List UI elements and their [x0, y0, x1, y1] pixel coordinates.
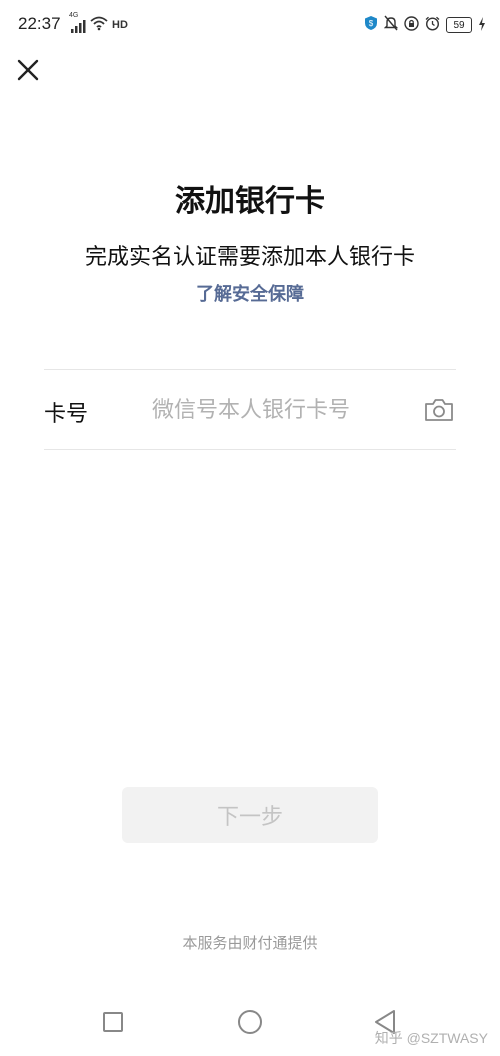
lock-rotation-icon	[404, 15, 419, 35]
close-button[interactable]	[14, 56, 42, 84]
wifi-icon	[90, 15, 108, 35]
watermark: 知乎 @SZTWASY	[374, 1030, 488, 1046]
service-provider-note: 本服务由财付通提供	[182, 934, 318, 952]
card-number-label: 卡号	[44, 402, 89, 427]
divider-top	[44, 369, 456, 370]
network-type-label: 4G	[69, 12, 79, 19]
page-title: 添加银行卡	[175, 184, 325, 219]
signal-icon: 4G	[69, 12, 86, 33]
status-bar: 22:37 4G HD $ 59	[0, 0, 500, 52]
hd-label: HD	[112, 19, 128, 31]
vpn-shield-icon: $	[364, 15, 378, 35]
scan-card-button[interactable]	[423, 396, 455, 424]
divider-bottom	[44, 449, 456, 450]
page-subtitle: 完成实名认证需要添加本人银行卡	[84, 245, 415, 270]
card-number-input[interactable]	[152, 388, 410, 432]
status-left-icons: 4G HD	[69, 12, 128, 36]
next-step-button[interactable]: 下一步	[122, 787, 378, 843]
mute-icon	[383, 15, 399, 35]
close-icon	[17, 59, 39, 81]
security-info-link[interactable]: 了解安全保障	[0, 280, 500, 306]
alarm-icon	[425, 16, 440, 35]
status-right-icons: $ 59	[364, 14, 486, 36]
charging-icon	[478, 16, 486, 35]
recent-apps-icon[interactable]	[103, 1012, 123, 1032]
status-time: 22:37	[18, 14, 61, 33]
battery-icon: 59	[446, 17, 472, 33]
camera-icon	[425, 399, 453, 421]
svg-text:$: $	[369, 19, 374, 28]
home-icon[interactable]	[238, 1010, 262, 1034]
